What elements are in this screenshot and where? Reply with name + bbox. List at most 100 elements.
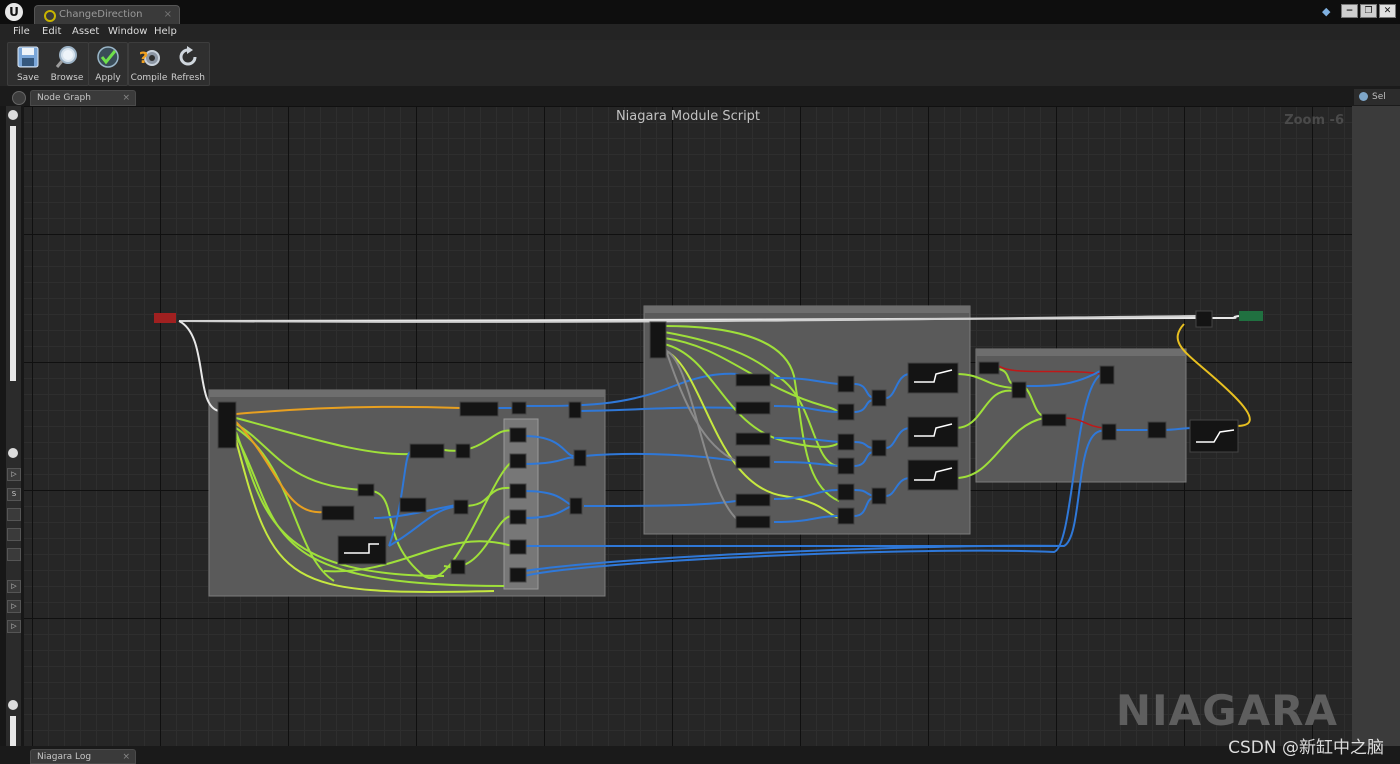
- math-node[interactable]: [871, 439, 887, 457]
- function-node[interactable]: [735, 401, 771, 415]
- browse-button[interactable]: Browse: [48, 43, 86, 85]
- menu-file[interactable]: File: [13, 26, 30, 37]
- collapse-arrow-icon[interactable]: ▷: [7, 580, 21, 593]
- curve-node[interactable]: [337, 535, 387, 565]
- apply-label: Apply: [95, 73, 121, 83]
- math-node[interactable]: [837, 483, 855, 501]
- node-graph-canvas[interactable]: Niagara Module Script Zoom -6 NIAGARA: [24, 106, 1352, 746]
- exec-wire: [1210, 315, 1240, 319]
- tool-item-icon[interactable]: [7, 528, 21, 541]
- math-node[interactable]: [837, 457, 855, 475]
- math-node[interactable]: [357, 483, 375, 497]
- function-node[interactable]: [321, 505, 355, 521]
- selected-details-tab-label: Sel: [1372, 92, 1386, 102]
- tool-item-icon[interactable]: [7, 548, 21, 561]
- math-node[interactable]: [509, 427, 527, 443]
- function-node[interactable]: [735, 432, 771, 446]
- math-node[interactable]: [455, 443, 471, 459]
- panel-menu-icon[interactable]: [12, 91, 26, 105]
- panel-tab-row: [0, 86, 1400, 106]
- function-node[interactable]: [735, 515, 771, 529]
- refresh-label: Refresh: [171, 73, 205, 83]
- math-node[interactable]: [511, 401, 527, 415]
- niagara-log-tab-close-icon[interactable]: ×: [122, 750, 130, 764]
- collapse-arrow-icon[interactable]: ▷: [7, 468, 21, 481]
- unreal-logo-icon: U: [5, 3, 23, 21]
- collapse-arrow-icon[interactable]: ▷: [7, 620, 21, 633]
- pin-icon[interactable]: ◆: [1322, 6, 1334, 18]
- map-get-node[interactable]: [649, 321, 667, 359]
- menu-edit[interactable]: Edit: [42, 26, 61, 37]
- log-scrollbar[interactable]: [10, 716, 16, 746]
- apply-icon: [97, 46, 119, 68]
- menu-asset[interactable]: Asset: [72, 26, 99, 37]
- node-graph-tab[interactable]: Node Graph ×: [30, 90, 136, 106]
- math-node[interactable]: [453, 499, 469, 515]
- math-node[interactable]: [837, 507, 855, 525]
- window-controls: − ❐ ✕: [1341, 4, 1396, 18]
- function-node[interactable]: [399, 497, 427, 513]
- menu-window[interactable]: Window: [108, 26, 147, 37]
- math-node[interactable]: [1147, 421, 1167, 439]
- csdn-watermark: CSDN @新缸中之脑: [1228, 738, 1384, 758]
- search-icon[interactable]: [8, 110, 18, 120]
- math-node[interactable]: [509, 539, 527, 555]
- output-map-node[interactable]: [1195, 310, 1213, 328]
- toolbar-group-apply: Apply: [88, 42, 128, 86]
- function-node[interactable]: [735, 455, 771, 469]
- math-node[interactable]: [837, 403, 855, 421]
- function-node[interactable]: [1041, 413, 1067, 427]
- compile-button[interactable]: ? Compile: [130, 43, 168, 85]
- section-s-icon[interactable]: S: [7, 488, 21, 501]
- function-node[interactable]: [735, 493, 771, 507]
- collapse-arrow-icon[interactable]: ▷: [7, 600, 21, 613]
- curve-node[interactable]: [907, 416, 959, 448]
- math-node[interactable]: [1011, 381, 1027, 399]
- function-node[interactable]: [735, 373, 771, 387]
- math-node[interactable]: [509, 453, 527, 469]
- input-map-node[interactable]: [154, 313, 176, 323]
- close-button[interactable]: ✕: [1379, 4, 1396, 18]
- math-node[interactable]: [569, 497, 583, 515]
- output-node[interactable]: [1239, 311, 1263, 321]
- document-tab[interactable]: ChangeDirection ×: [34, 5, 180, 24]
- document-tab-close-icon[interactable]: ×: [164, 6, 172, 24]
- math-node[interactable]: [871, 487, 887, 505]
- maximize-button[interactable]: ❐: [1360, 4, 1377, 18]
- selected-details-tab[interactable]: Sel: [1354, 89, 1400, 105]
- niagara-log-tab[interactable]: Niagara Log ×: [30, 749, 136, 764]
- minimize-button[interactable]: −: [1341, 4, 1358, 18]
- math-node[interactable]: [509, 567, 527, 583]
- toolbar-group-compile: ? Compile Refresh: [128, 42, 210, 86]
- refresh-button[interactable]: Refresh: [169, 43, 207, 85]
- node-graph-tab-close-icon[interactable]: ×: [122, 91, 130, 106]
- math-node[interactable]: [837, 433, 855, 451]
- map-get-node[interactable]: [217, 401, 237, 449]
- save-icon: [17, 46, 39, 68]
- tool-item-icon[interactable]: [7, 508, 21, 521]
- select-node[interactable]: [1099, 365, 1115, 385]
- math-node[interactable]: [871, 389, 887, 407]
- math-node[interactable]: [509, 509, 527, 525]
- log-search-icon[interactable]: [8, 700, 18, 710]
- function-node[interactable]: [409, 443, 445, 459]
- apply-button[interactable]: Apply: [89, 43, 127, 85]
- curve-node[interactable]: [1189, 419, 1239, 453]
- math-node[interactable]: [573, 449, 587, 467]
- left-scrollbar[interactable]: [10, 126, 16, 381]
- curve-node[interactable]: [907, 459, 959, 491]
- function-node[interactable]: [978, 361, 1000, 375]
- menu-help[interactable]: Help: [154, 26, 177, 37]
- inner-comment-box[interactable]: [503, 418, 539, 590]
- math-node[interactable]: [450, 559, 466, 575]
- node-graph-tab-label: Node Graph: [37, 93, 91, 103]
- math-node[interactable]: [837, 375, 855, 393]
- save-button[interactable]: Save: [9, 43, 47, 85]
- palette-icon[interactable]: [8, 448, 18, 458]
- function-node[interactable]: [459, 401, 499, 417]
- select-node[interactable]: [1101, 423, 1117, 441]
- math-node[interactable]: [509, 483, 527, 499]
- curve-node[interactable]: [907, 362, 959, 394]
- math-node[interactable]: [568, 401, 582, 419]
- details-icon: [1359, 92, 1368, 101]
